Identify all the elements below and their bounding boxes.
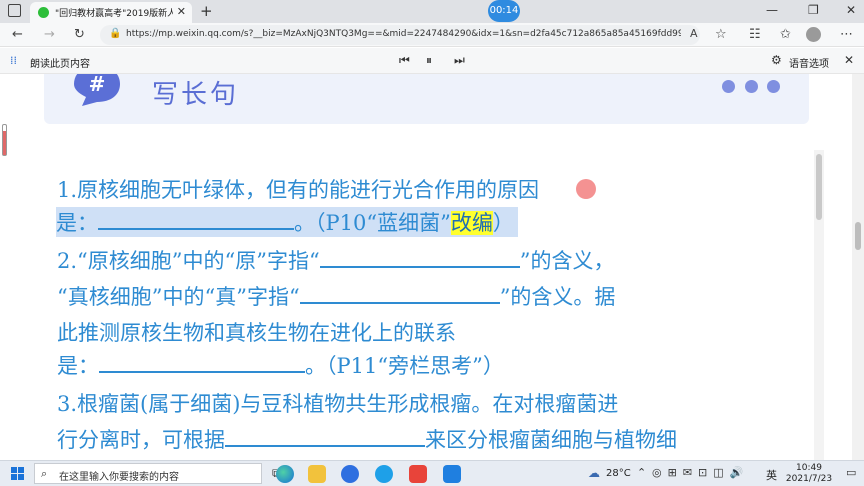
answer-blank-4[interactable]	[99, 353, 305, 373]
question-2-line-3: 此推测原核生物和真核生物在进化上的联系	[57, 321, 456, 345]
read-aloud-small-icon: ⁞⁞	[10, 54, 17, 67]
tray-chevron-icon[interactable]: ⌃	[637, 466, 646, 479]
favorite-star-icon[interactable]: ☆	[715, 27, 727, 42]
recording-timer: 00:14	[488, 0, 520, 22]
wechat-favicon-icon	[38, 7, 49, 18]
restore-button[interactable]: ❐	[808, 3, 819, 17]
refresh-icon[interactable]: ↻	[74, 27, 85, 42]
address-bar[interactable]: 🔒 https://mp.weixin.qq.com/s?__biz=MzAxN…	[100, 25, 700, 45]
file-explorer-icon[interactable]	[308, 465, 326, 483]
more-menu-icon[interactable]: ⋯	[840, 27, 853, 42]
hash-bubble-icon: #	[74, 74, 120, 106]
answer-blank-5[interactable]	[225, 427, 425, 447]
article-scroll-thumb[interactable]	[816, 154, 822, 220]
search-icon: ⌕	[41, 467, 48, 480]
hash-symbol: #	[89, 74, 106, 96]
search-placeholder: 在这里输入你要搜索的内容	[59, 472, 179, 483]
read-page-label[interactable]: 朗读此页内容	[30, 55, 90, 70]
new-tab-button[interactable]: +	[200, 2, 213, 20]
tab-strip: "回归教材赢高考"2019版新人教... ✕ + — ❐ ✕	[0, 0, 864, 23]
next-paragraph-icon[interactable]: ⏭	[454, 53, 465, 68]
weather-icon: ☁	[588, 466, 600, 480]
ime-indicator[interactable]: 英	[766, 467, 777, 483]
windows-start-icon[interactable]	[11, 467, 24, 480]
window-close-button[interactable]: ✕	[846, 3, 856, 17]
article-scrollbar[interactable]	[814, 150, 824, 460]
reader-close-button[interactable]: ✕	[844, 53, 854, 67]
page-scroll-thumb[interactable]	[855, 222, 861, 250]
ie-icon[interactable]	[375, 465, 393, 483]
question-2-line-4: 是： 。（P11“旁栏思考”）	[57, 353, 504, 378]
pause-icon[interactable]: ⏸	[426, 53, 432, 68]
question-1-line-2: 是： 。（P10“蓝细菌”改编）	[56, 207, 518, 237]
answer-blank-2[interactable]	[319, 248, 520, 268]
back-arrow-icon[interactable]: ←	[12, 27, 23, 42]
answer-blank-1[interactable]	[98, 210, 294, 230]
article-content: # 写长句 1.原核细胞无叶绿体，但有的能进行光合作用的原因 是： 。（P10“蓝…	[0, 74, 864, 460]
tab-title: "回归教材赢高考"2019版新人教...	[55, 9, 173, 19]
tray-icons[interactable]: ◎⊞✉⊡◫🔊	[652, 466, 749, 479]
url-text[interactable]: https://mp.weixin.qq.com/s?__biz=MzAxNjQ…	[126, 29, 681, 39]
clock-date: 2021/7/23	[785, 474, 833, 484]
question-3-line-2: 行分离时，可根据 来区分根瘤菌细胞与植物细	[57, 427, 677, 452]
cursor-highlight	[576, 179, 596, 199]
previous-paragraph-icon[interactable]: ⏮	[399, 53, 410, 68]
app-k-icon[interactable]	[443, 465, 461, 483]
answer-blank-3[interactable]	[299, 284, 500, 304]
app-l-icon[interactable]	[341, 465, 359, 483]
wps-icon[interactable]	[409, 465, 427, 483]
decor-dot	[767, 80, 780, 93]
decor-dot	[722, 80, 735, 93]
browser-tab[interactable]: "回归教材赢高考"2019版新人教... ✕	[30, 2, 192, 23]
voice-options-label[interactable]: 语音选项	[789, 55, 829, 70]
lock-icon: 🔒	[109, 28, 122, 39]
section-title: 写长句	[152, 80, 240, 110]
voice-options-icon[interactable]: ⚙	[771, 53, 782, 67]
edge-browser-icon[interactable]	[276, 465, 294, 483]
decor-dot	[745, 80, 758, 93]
highlighted-text: 改编	[450, 211, 493, 235]
collections-icon[interactable]: ☷	[749, 27, 761, 42]
question-1-line-1: 1.原核细胞无叶绿体，但有的能进行光合作用的原因	[57, 178, 540, 202]
forward-arrow-icon[interactable]: →	[44, 27, 55, 42]
notifications-icon[interactable]: ▭	[846, 466, 856, 479]
read-aloud-bar: ⁞⁞ 朗读此页内容 ⏮ ⏸ ⏭ ⚙ 语音选项 ✕	[0, 48, 864, 74]
tab-actions-icon[interactable]	[8, 4, 21, 17]
weather-temp[interactable]: 28°C	[606, 468, 631, 479]
side-progress-marker	[2, 124, 7, 156]
question-2-line-2: “真核细胞”中的“真”字指“ ”的含义。据	[57, 284, 616, 309]
tab-close-button[interactable]: ✕	[177, 5, 186, 18]
question-2-line-1: 2.“原核细胞”中的“原”字指“ ”的含义，	[57, 248, 615, 273]
page-scrollbar[interactable]	[852, 74, 864, 460]
taskbar-search-box[interactable]: ⌕ 在这里输入你要搜索的内容	[34, 463, 262, 484]
read-aloud-icon[interactable]: A	[690, 27, 698, 40]
question-3-line-1: 3.根瘤菌(属于细菌)与豆科植物共生形成根瘤。在对根瘤菌进	[57, 392, 619, 416]
clock-time: 10:49	[796, 463, 822, 473]
navigation-bar: ← → ↻ 🔒 https://mp.weixin.qq.com/s?__biz…	[0, 23, 864, 47]
windows-taskbar: ⌕ 在这里输入你要搜索的内容 ⧉ ☁ 28°C ⌃ ◎⊞✉⊡◫🔊 英 10:49…	[0, 460, 864, 486]
minimize-button[interactable]: —	[766, 3, 778, 17]
favorites-bar-icon[interactable]: ✩	[780, 27, 791, 42]
system-clock[interactable]: 10:49 2021/7/23	[784, 463, 834, 485]
profile-avatar[interactable]	[806, 27, 821, 42]
